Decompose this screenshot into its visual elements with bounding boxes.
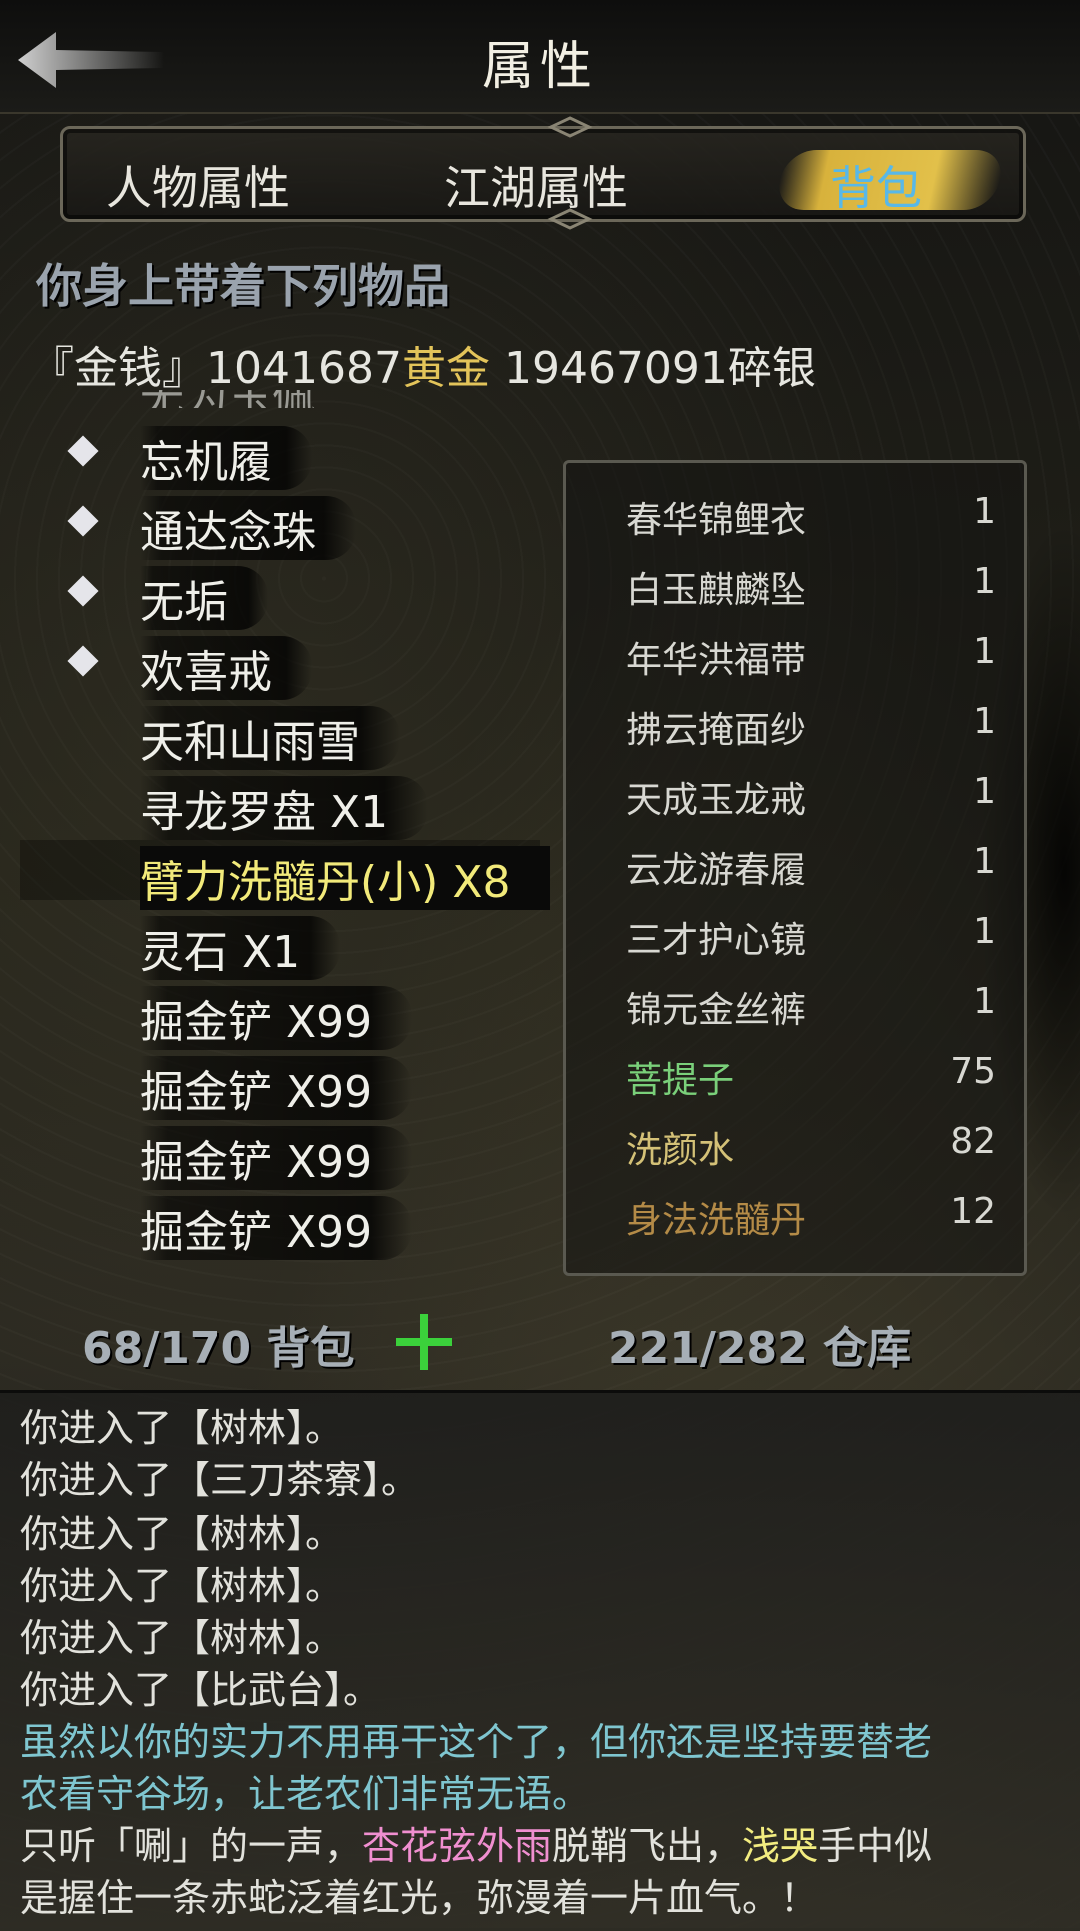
storage-item-name: 春华锦鲤衣	[626, 500, 807, 541]
equipped-diamond-icon	[67, 505, 99, 537]
storage-row[interactable]: 菩提子 75	[626, 1043, 996, 1103]
storage-item-name: 云龙游春履	[626, 850, 807, 891]
player-name: 浅哭	[742, 1824, 819, 1868]
storage-item-qty: 1	[973, 771, 996, 812]
log-system-line: 虽然以你的实力不用再干这个了，但你还是坚持要替老	[20, 1720, 933, 1764]
scrolled-item-partial[interactable]: 无为玉佩	[140, 390, 340, 408]
item-name: 欢喜戒	[140, 636, 312, 700]
item-name: 天和山雨雪	[140, 706, 400, 770]
storage-item-qty: 75	[950, 1051, 996, 1092]
tab-jianghu-attributes[interactable]: 江湖属性	[444, 152, 628, 218]
log-combat-line: 只听「唰」的一声，杏花弦外雨脱鞘飞出，浅哭手中似	[20, 1815, 932, 1870]
inventory-item-selected[interactable]: 臂力洗髓丹(小) X8	[20, 840, 551, 910]
log-text: 只听「唰」的一声，	[20, 1824, 363, 1868]
item-name: 掘金铲 X99	[140, 986, 413, 1050]
storage-panel: 春华锦鲤衣 1 白玉麒麟坠 1 年华洪福带 1 拂云掩面纱 1 天成玉龙戒 1 …	[563, 460, 1027, 1276]
message-log[interactable]: 你进入了【树林】。 你进入了【三刀茶寮】。 你进入了【树林】。 你进入了【树林】…	[0, 1390, 1080, 1931]
page-title: 属性	[481, 37, 598, 97]
log-line: 你进入了【树林】。	[20, 1616, 344, 1660]
log-line: 你进入了【树林】。	[20, 1512, 344, 1556]
equipped-diamond-icon	[67, 575, 99, 607]
item-name: 灵石 X1	[140, 916, 341, 980]
silver-label: 碎银	[727, 343, 816, 394]
item-name: 臂力洗髓丹(小) X8	[140, 846, 551, 910]
expand-backpack-plus-icon[interactable]	[396, 1314, 452, 1370]
tab-backpack[interactable]: 背包	[830, 152, 922, 218]
storage-item-qty: 1	[973, 701, 996, 742]
storage-row[interactable]: 锦元金丝裤 1	[626, 973, 996, 1033]
storage-item-name: 三才护心镜	[626, 920, 807, 961]
storage-item-qty: 12	[950, 1191, 996, 1232]
item-name: 忘机履	[140, 426, 312, 490]
tab-bar: 人物属性 江湖属性 背包	[30, 116, 1050, 230]
silver-amount: 19467091	[489, 343, 728, 394]
storage-item-qty: 1	[973, 491, 996, 532]
inventory-item[interactable]: 寻龙罗盘 X1	[0, 770, 560, 840]
storage-item-name: 年华洪福带	[626, 640, 807, 681]
inventory-item[interactable]: 通达念珠	[0, 490, 560, 560]
top-bar: 属性	[0, 0, 1080, 114]
storage-item-qty: 1	[973, 841, 996, 882]
log-text: 脱鞘飞出，	[552, 1824, 743, 1868]
storage-item-name: 锦元金丝裤	[626, 990, 807, 1031]
scrolled-item-label: 无为玉佩	[140, 390, 340, 408]
inventory-item[interactable]: 灵石 X1	[0, 910, 560, 980]
storage-row[interactable]: 春华锦鲤衣 1	[626, 483, 996, 543]
inventory-item[interactable]: 无垢	[0, 560, 560, 630]
item-name: 寻龙罗盘 X1	[140, 776, 429, 840]
inventory-item[interactable]: 天和山雨雪	[0, 700, 560, 770]
log-line: 你进入了【树林】。	[20, 1564, 344, 1608]
storage-row[interactable]: 拂云掩面纱 1	[626, 693, 996, 753]
gold-label: 黄金	[401, 343, 490, 394]
log-system-line: 农看守谷场，让老农们非常无语。	[20, 1772, 591, 1816]
storage-row[interactable]: 三才护心镜 1	[626, 903, 996, 963]
inventory-item[interactable]: 忘机履	[0, 420, 560, 490]
item-name: 掘金铲 X99	[140, 1196, 413, 1260]
money-display: 『金钱』1041687黄金 19467091碎银	[30, 332, 816, 396]
frame-ornament-icon	[547, 116, 593, 138]
storage-row[interactable]: 身法洗髓丹 12	[626, 1183, 996, 1243]
log-combat-line: 是握住一条赤蛇泛着红光，弥漫着一片血气。！	[20, 1876, 819, 1920]
storage-row[interactable]: 天成玉龙戒 1	[626, 763, 996, 823]
storage-item-qty: 1	[973, 911, 996, 952]
storage-item-qty: 1	[973, 981, 996, 1022]
log-line: 你进入了【比武台】。	[20, 1668, 382, 1712]
item-name: 无垢	[140, 566, 268, 630]
storage-item-name: 身法洗髓丹	[626, 1200, 807, 1241]
money-prefix: 『金钱』	[30, 343, 206, 394]
equipped-diamond-icon	[67, 645, 99, 677]
storage-row[interactable]: 年华洪福带 1	[626, 623, 996, 683]
storage-item-name: 洗颜水	[626, 1130, 735, 1171]
equipped-diamond-icon	[67, 435, 99, 467]
storage-item-name: 拂云掩面纱	[626, 710, 807, 751]
inventory-item[interactable]: 掘金铲 X99	[0, 1190, 560, 1260]
storage-item-name: 菩提子	[626, 1060, 735, 1101]
inventory-item[interactable]: 欢喜戒	[0, 630, 560, 700]
item-name: 通达念珠	[140, 496, 356, 560]
weapon-name: 杏花弦外雨	[362, 1824, 553, 1868]
storage-row[interactable]: 云龙游春履 1	[626, 833, 996, 893]
storage-item-qty: 1	[973, 631, 996, 672]
storage-item-name: 天成玉龙戒	[626, 780, 807, 821]
tab-character-attributes[interactable]: 人物属性	[106, 152, 290, 218]
storage-row[interactable]: 洗颜水 82	[626, 1113, 996, 1173]
log-line: 你进入了【树林】。	[20, 1406, 344, 1450]
log-line: 你进入了【三刀茶寮】。	[20, 1458, 420, 1502]
storage-capacity[interactable]: 221/282 仓库	[608, 1312, 911, 1376]
storage-item-qty: 82	[950, 1121, 996, 1162]
inventory-item[interactable]: 掘金铲 X99	[0, 1120, 560, 1190]
section-title: 你身上带着下列物品	[36, 259, 450, 313]
gold-amount: 1041687	[206, 343, 402, 394]
inventory-item[interactable]: 掘金铲 X99	[0, 1050, 560, 1120]
item-name: 掘金铲 X99	[140, 1056, 413, 1120]
backpack-capacity: 68/170 背包	[82, 1323, 355, 1374]
storage-item-qty: 1	[973, 561, 996, 602]
storage-row[interactable]: 白玉麒麟坠 1	[626, 553, 996, 613]
log-text: 手中似	[818, 1824, 933, 1868]
storage-item-name: 白玉麒麟坠	[626, 570, 807, 611]
inventory-item[interactable]: 掘金铲 X99	[0, 980, 560, 1050]
item-name: 掘金铲 X99	[140, 1126, 413, 1190]
